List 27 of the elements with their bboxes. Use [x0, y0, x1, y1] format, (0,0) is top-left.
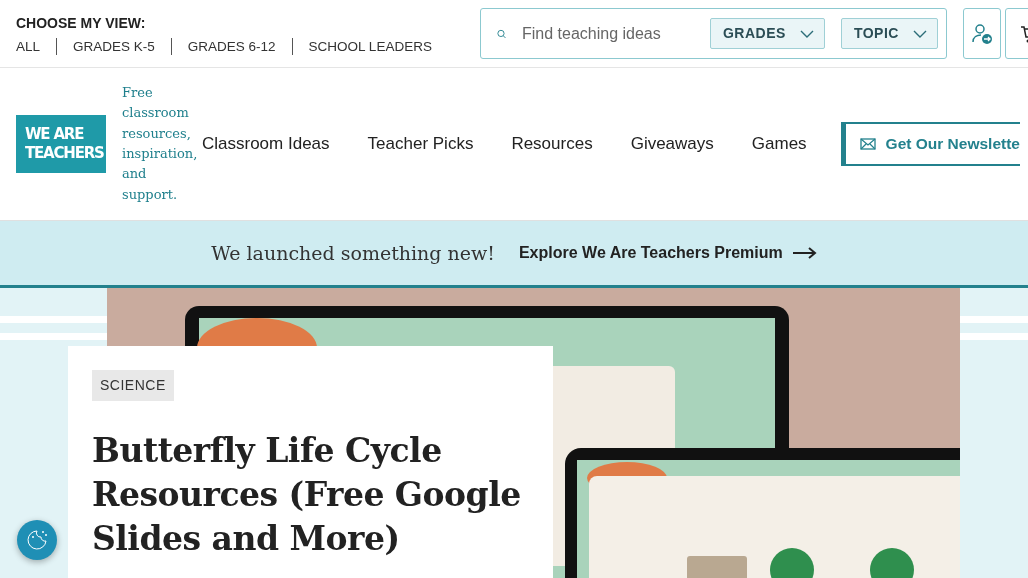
arrow-right-icon [792, 247, 817, 259]
envelope-icon [859, 138, 876, 150]
nav-link[interactable]: Classroom Ideas [202, 131, 330, 157]
view-option[interactable]: SCHOOL LEADERS [291, 38, 448, 55]
view-option[interactable]: GRADES K-5 [56, 38, 171, 55]
view-option[interactable]: GRADES 6-12 [170, 38, 292, 55]
chevron-down-icon [799, 29, 814, 38]
filter-dropdown[interactable]: GRADES [709, 18, 825, 49]
accessibility-button[interactable] [17, 520, 57, 560]
premium-link[interactable]: Explore We Are Teachers Premium [518, 241, 817, 265]
account-button[interactable] [962, 8, 1001, 59]
chevron-down-icon [912, 29, 927, 38]
article-title: Butterfly Life Cycle Resources (Free Google Slides and More) [92, 430, 522, 560]
cookie-icon [24, 527, 50, 553]
newsletter-button[interactable]: Get Our Newslette [840, 122, 1020, 166]
filter-dropdown[interactable]: TOPIC [840, 18, 938, 49]
nav-link[interactable]: Games [751, 131, 807, 157]
category-tag[interactable]: SCIENCE [92, 370, 174, 401]
nav-link[interactable]: Teacher Picks [367, 131, 474, 157]
banner-message: We launched something new! [211, 240, 495, 266]
view-label: CHOOSE MY VIEW: [16, 14, 147, 33]
user-icon [969, 21, 994, 46]
tagline: Free classroom resources, inspiration, and support. [122, 84, 199, 204]
search-field[interactable]: Find teaching ideas GRADES TOPIC [479, 8, 947, 59]
view-option[interactable]: ALL [16, 38, 57, 55]
nav-link[interactable]: Giveaways [630, 131, 714, 157]
nav-link[interactable]: Resources [511, 131, 593, 157]
